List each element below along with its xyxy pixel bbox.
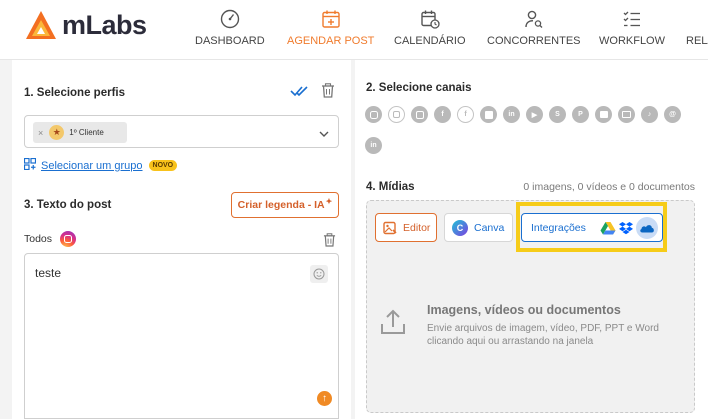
nav-concorrentes[interactable]: CONCORRENTES: [487, 8, 581, 47]
canva-button[interactable]: C Canva: [444, 213, 513, 242]
trash-icon[interactable]: [323, 233, 336, 252]
youtube-icon[interactable]: ▶: [526, 106, 543, 123]
nav-relatorios[interactable]: RELA: [686, 8, 708, 47]
sparkle-icon: ✦: [325, 196, 333, 206]
report-icon: [686, 8, 708, 30]
instagram-outline-icon[interactable]: [388, 106, 405, 123]
nav-workflow[interactable]: WORKFLOW: [599, 8, 665, 47]
editor-button[interactable]: Editor: [375, 213, 437, 242]
trash-icon[interactable]: [321, 83, 335, 103]
post-text-title: 3. Texto do post: [24, 199, 112, 211]
nav-label: WORKFLOW: [599, 35, 665, 47]
canva-icon: C: [452, 219, 468, 236]
top-navigation-bar: mLabs DASHBOARD AGENDAR POST CALENDÁRIO …: [0, 0, 708, 60]
pinterest-icon[interactable]: P: [572, 106, 589, 123]
double-check-icon[interactable]: [290, 84, 310, 103]
tab-todos[interactable]: Todos: [24, 231, 77, 247]
tiktok-icon[interactable]: ♪: [641, 106, 658, 123]
nav-label: CONCORRENTES: [487, 35, 581, 47]
google-business-icon[interactable]: [595, 106, 612, 123]
nav-dashboard[interactable]: DASHBOARD: [195, 8, 265, 47]
calendar-clock-icon: [419, 8, 441, 30]
facebook-square-icon[interactable]: [480, 106, 497, 123]
channels-title: 2. Selecione canais: [366, 82, 472, 94]
dropzone-title: Imagens, vídeos ou documentos: [427, 303, 621, 317]
mlabs-logo-icon: [26, 11, 56, 39]
select-group-link[interactable]: Selecionar um grupo NOVO: [23, 157, 178, 173]
schedule-post-page: 1. Selecione perfis × ★ 1º Cliente Selec…: [0, 60, 708, 419]
calendar-plus-icon: [320, 8, 342, 30]
instagram-icon: [60, 231, 77, 247]
nav-label: AGENDAR POST: [287, 35, 375, 47]
dropzone-description: Envie arquivos de imagem, vídeo, PDF, PP…: [427, 323, 659, 347]
select-group-label: Selecionar um grupo: [41, 159, 143, 172]
arrow-up-icon[interactable]: ↑: [317, 391, 332, 406]
mlabs-logo[interactable]: mLabs: [24, 8, 147, 42]
nav-label: CALENDÁRIO: [394, 35, 466, 47]
instagram-square-icon[interactable]: [411, 106, 428, 123]
nav-label: DASHBOARD: [195, 35, 265, 47]
profile-chip[interactable]: × ★ 1º Cliente: [33, 122, 127, 143]
nav-calendario[interactable]: CALENDÁRIO: [394, 8, 466, 47]
checklist-icon: [621, 8, 643, 30]
post-text-area[interactable]: teste ↑: [24, 253, 339, 419]
profile-chip-label: 1º Cliente: [69, 128, 104, 137]
group-icon: [23, 157, 37, 173]
nav-agendar-post[interactable]: AGENDAR POST: [287, 8, 374, 47]
pinterest-square-icon[interactable]: S: [549, 106, 566, 123]
linkedin-page-icon[interactable]: in: [365, 137, 382, 154]
upload-icon: [378, 307, 408, 342]
linkedin-icon[interactable]: in: [503, 106, 520, 123]
remove-chip-icon[interactable]: ×: [38, 128, 43, 138]
media-title: 4. Mídias: [366, 181, 415, 193]
gauge-icon: [219, 8, 241, 30]
profiles-title: 1. Selecione perfis: [24, 87, 125, 99]
facebook-outline-icon[interactable]: f: [457, 106, 474, 123]
emoji-icon[interactable]: [310, 265, 328, 283]
profile-select[interactable]: × ★ 1º Cliente: [24, 115, 339, 148]
left-column: 1. Selecione perfis × ★ 1º Cliente Selec…: [12, 60, 351, 419]
highlight-frame: [516, 202, 667, 252]
facebook-icon[interactable]: f: [434, 106, 451, 123]
nav-label: RELA: [686, 35, 708, 47]
image-gallery-icon[interactable]: [618, 106, 635, 123]
logo-text: mLabs: [62, 9, 147, 40]
profile-avatar: ★: [49, 125, 65, 140]
user-search-icon: [523, 8, 545, 30]
image-edit-icon: [383, 221, 397, 235]
post-text-content[interactable]: teste: [35, 266, 61, 280]
media-count: 0 imagens, 0 vídeos e 0 documentos: [523, 181, 695, 193]
canva-label: Canva: [474, 221, 505, 234]
editor-label: Editor: [403, 221, 431, 234]
new-badge: NOVO: [148, 160, 178, 171]
tab-todos-label: Todos: [24, 233, 53, 245]
chevron-down-icon[interactable]: [318, 126, 330, 144]
instagram-icon[interactable]: [365, 106, 382, 123]
threads-icon[interactable]: @: [664, 106, 681, 123]
create-caption-ai-label: Criar legenda - IA: [237, 199, 325, 211]
create-caption-ai-button[interactable]: Criar legenda - IA ✦: [231, 192, 339, 218]
